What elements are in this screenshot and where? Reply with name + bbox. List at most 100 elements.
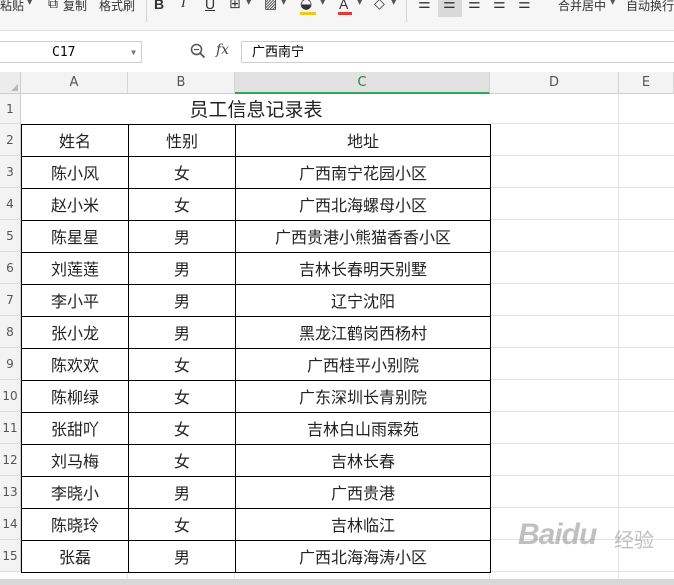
- cell-gender[interactable]: 男: [128, 251, 236, 285]
- border-icon[interactable]: ⊞: [229, 0, 241, 12]
- cell-gender[interactable]: 女: [128, 347, 236, 381]
- cell-address[interactable]: 吉林白山雨霖苑: [235, 411, 491, 445]
- clear-format-icon[interactable]: ◇: [374, 0, 385, 12]
- row-header-5[interactable]: 5: [0, 220, 21, 252]
- row-header-10[interactable]: 10: [0, 380, 21, 412]
- row-header-8[interactable]: 8: [0, 316, 21, 348]
- row-header-15[interactable]: 15: [0, 540, 21, 572]
- cell-gender[interactable]: 女: [128, 443, 236, 477]
- cell-gender[interactable]: 男: [128, 219, 236, 253]
- cell-name[interactable]: 李晓小: [21, 475, 129, 509]
- cell-style-icon[interactable]: ▨: [264, 0, 277, 12]
- cell-gender[interactable]: 女: [128, 507, 236, 541]
- column-header-c[interactable]: C: [235, 72, 490, 94]
- cell-address[interactable]: 黑龙江鹤岗西杨村: [235, 315, 491, 349]
- row-header-11[interactable]: 11: [0, 412, 21, 444]
- name-box-dropdown-arrow[interactable]: ▼: [131, 42, 136, 64]
- cell-name[interactable]: 刘马梅: [21, 443, 129, 477]
- cell-address[interactable]: 广西桂平小别院: [235, 347, 491, 381]
- paste-dropdown-arrow[interactable]: ▼: [27, 0, 32, 6]
- row-header-1[interactable]: 1: [0, 94, 21, 124]
- cell-gender[interactable]: 女: [128, 155, 236, 189]
- row-header-12[interactable]: 12: [0, 444, 21, 476]
- cell-address[interactable]: 广西北海海涛小区: [235, 539, 491, 573]
- format-painter-button[interactable]: 格式刷: [99, 0, 135, 14]
- paste-button[interactable]: 粘贴: [0, 0, 24, 14]
- cell-gender[interactable]: 男: [128, 475, 236, 509]
- horizontal-scrollbar[interactable]: [0, 579, 674, 585]
- column-header-e[interactable]: E: [619, 72, 674, 94]
- wrap-text-button[interactable]: 自动换行: [626, 0, 674, 14]
- merge-center-button[interactable]: 合并居中: [558, 0, 606, 14]
- gridline: [618, 94, 619, 585]
- cell-gender[interactable]: 女: [128, 411, 236, 445]
- cell-address[interactable]: 广西南宁花园小区: [235, 155, 491, 189]
- column-header-d[interactable]: D: [490, 72, 619, 94]
- fx-icon[interactable]: fx: [216, 42, 229, 58]
- cell-name[interactable]: 李小平: [21, 283, 129, 317]
- fill-color-dropdown-arrow[interactable]: ▼: [320, 0, 325, 6]
- cell-address[interactable]: 广西北海螺母小区: [235, 187, 491, 221]
- row-header-6[interactable]: 6: [0, 252, 21, 284]
- cell-name[interactable]: 陈欢欢: [21, 347, 129, 381]
- cell-name[interactable]: 刘莲莲: [21, 251, 129, 285]
- name-box[interactable]: C17 ▼: [0, 41, 142, 63]
- column-header-a[interactable]: A: [21, 72, 128, 94]
- copy-button[interactable]: 复制: [63, 0, 87, 14]
- cell-gender[interactable]: 女: [128, 379, 236, 413]
- cell-address[interactable]: 广西贵港: [235, 475, 491, 509]
- cell-name[interactable]: 陈小风: [21, 155, 129, 189]
- zoom-icon[interactable]: [190, 43, 206, 59]
- header-cell-gender[interactable]: 性别: [128, 123, 236, 157]
- cell-address[interactable]: 广西贵港小熊猫香香小区: [235, 219, 491, 253]
- table-title[interactable]: 员工信息记录表: [21, 94, 491, 125]
- row-header-4[interactable]: 4: [0, 188, 21, 220]
- border-dropdown-arrow[interactable]: ▼: [246, 0, 251, 6]
- table-row: 刘马梅 女 吉林长春: [21, 443, 491, 477]
- cell-address[interactable]: 吉林长春: [235, 443, 491, 477]
- italic-button[interactable]: I: [181, 0, 186, 12]
- align-left-icon[interactable]: ☰: [418, 0, 431, 12]
- cell-address[interactable]: 辽宁沈阳: [235, 283, 491, 317]
- column-header-b[interactable]: B: [128, 72, 235, 94]
- row-header-3[interactable]: 3: [0, 156, 21, 188]
- underline-button[interactable]: U: [205, 0, 215, 12]
- row-header-7[interactable]: 7: [0, 284, 21, 316]
- cell-gender[interactable]: 男: [128, 283, 236, 317]
- cell-name[interactable]: 陈柳绿: [21, 379, 129, 413]
- merge-center-dropdown-arrow[interactable]: ▼: [610, 0, 615, 6]
- cell-address[interactable]: 吉林长春明天别墅: [235, 251, 491, 285]
- toolbar-divider: [146, 0, 147, 22]
- header-cell-address[interactable]: 地址: [235, 123, 491, 157]
- cell-name[interactable]: 张甜吖: [21, 411, 129, 445]
- header-cell-name[interactable]: 姓名: [21, 123, 129, 157]
- select-all-corner[interactable]: [0, 72, 21, 94]
- cell-grid[interactable]: 员工信息记录表 姓名 性别 地址 陈小风 女 广西南宁花园小区 赵小米 女 广西…: [21, 94, 674, 585]
- align-center-icon[interactable]: ☰: [443, 0, 456, 12]
- row-header-14[interactable]: 14: [0, 508, 21, 540]
- distributed-align-icon[interactable]: ☰: [518, 0, 531, 12]
- align-right-icon[interactable]: ☰: [468, 0, 481, 12]
- cell-address[interactable]: 吉林临江: [235, 507, 491, 541]
- clear-format-dropdown-arrow[interactable]: ▼: [391, 0, 396, 6]
- row-header-9[interactable]: 9: [0, 348, 21, 380]
- justify-icon[interactable]: ☰: [493, 0, 506, 12]
- cell-gender[interactable]: 男: [128, 539, 236, 573]
- row-header-13[interactable]: 13: [0, 476, 21, 508]
- cell-name[interactable]: 陈星星: [21, 219, 129, 253]
- copy-icon[interactable]: ⧉: [48, 0, 58, 12]
- cell-name[interactable]: 张磊: [21, 539, 129, 573]
- cell-address[interactable]: 广东深圳长青别院: [235, 379, 491, 413]
- cell-name[interactable]: 陈晓玲: [21, 507, 129, 541]
- cell-gender[interactable]: 男: [128, 315, 236, 349]
- font-color-dropdown-arrow[interactable]: ▼: [357, 0, 362, 6]
- formula-input[interactable]: 广西南宁: [241, 41, 674, 63]
- cell-gender[interactable]: 女: [128, 187, 236, 221]
- row-header-2[interactable]: 2: [0, 124, 21, 156]
- fill-color-icon[interactable]: ◒: [300, 0, 312, 12]
- cell-name[interactable]: 张小龙: [21, 315, 129, 349]
- bold-button[interactable]: B: [154, 0, 164, 12]
- cell-style-dropdown-arrow[interactable]: ▼: [281, 0, 286, 6]
- font-color-icon[interactable]: A: [339, 0, 348, 12]
- cell-name[interactable]: 赵小米: [21, 187, 129, 221]
